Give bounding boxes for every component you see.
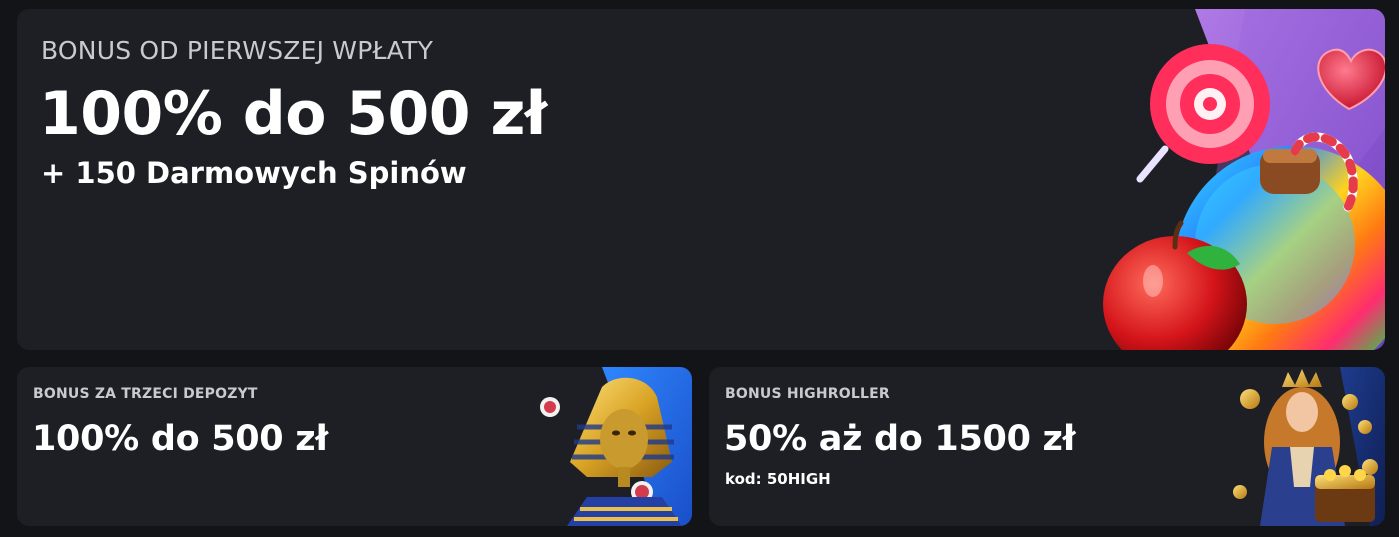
pharaoh-illustration bbox=[540, 367, 692, 526]
bonus-eyebrow: BONUS HIGHROLLER bbox=[725, 386, 890, 402]
third-deposit-bonus-card[interactable]: BONUS ZA TRZECI DEPOZYT 100% do 500 zł bbox=[17, 367, 692, 526]
highroller-bonus-card[interactable]: BONUS HIGHROLLER 50% aż do 1500 zł kod: … bbox=[709, 367, 1385, 526]
bonus-title: 50% aż do 1500 zł bbox=[724, 419, 1076, 459]
bonus-eyebrow: BONUS OD PIERWSZEJ WPŁATY bbox=[41, 36, 434, 65]
bonus-title: 100% do 500 zł bbox=[32, 419, 329, 459]
bonus-code: kod: 50HIGH bbox=[725, 470, 831, 488]
queen-treasure-illustration bbox=[1233, 367, 1385, 526]
first-deposit-bonus-card[interactable]: BONUS OD PIERWSZEJ WPŁATY 100% do 500 zł… bbox=[17, 9, 1385, 350]
bonus-subtitle: + 150 Darmowych Spinów bbox=[41, 156, 467, 190]
bonus-eyebrow: BONUS ZA TRZECI DEPOZYT bbox=[33, 386, 258, 402]
bonus-title: 100% do 500 zł bbox=[39, 79, 547, 149]
candy-apple-lollipop-illustration bbox=[1103, 9, 1385, 350]
